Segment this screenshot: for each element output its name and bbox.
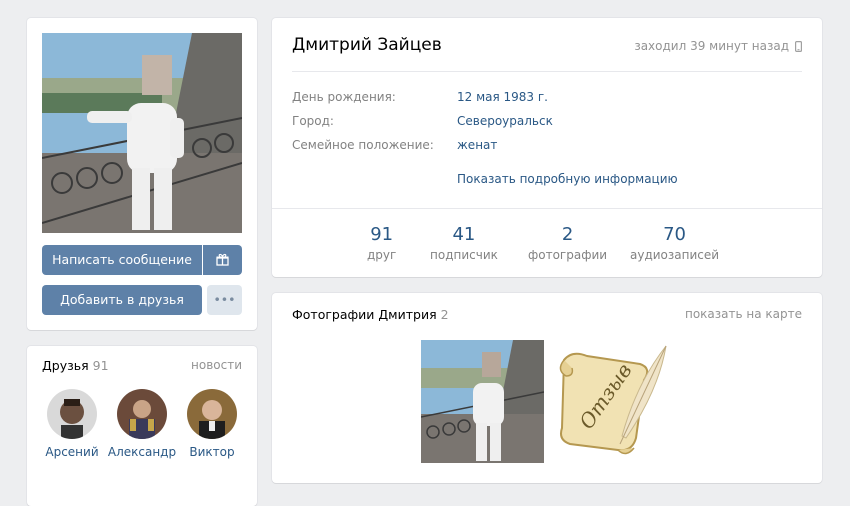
counter-audio[interactable]: 70 аудиозаписей bbox=[630, 224, 719, 262]
friend-avatar bbox=[47, 389, 97, 439]
counter-followers[interactable]: 41 подписчик bbox=[430, 224, 498, 262]
friends-header[interactable]: Друзья 91 bbox=[42, 358, 109, 373]
show-on-map-link[interactable]: показать на карте bbox=[685, 307, 802, 321]
gift-icon bbox=[216, 252, 229, 267]
send-message-button[interactable]: Написать сообщение bbox=[42, 245, 202, 275]
mobile-icon bbox=[789, 39, 803, 53]
info-value[interactable]: 12 мая 1983 г. bbox=[457, 90, 548, 104]
counter-friends[interactable]: 91 друг bbox=[367, 224, 396, 262]
profile-name: Дмитрий Зайцев bbox=[292, 35, 442, 55]
last-seen-status: заходил 39 минут назад bbox=[634, 39, 803, 53]
friends-title: Друзья bbox=[42, 358, 89, 373]
photo-thumbnail[interactable] bbox=[421, 340, 544, 463]
counter-number: 41 bbox=[452, 224, 476, 245]
counter-label: подписчик bbox=[430, 248, 498, 262]
friend-item[interactable]: Виктор bbox=[177, 389, 247, 459]
info-label: День рождения: bbox=[292, 90, 396, 104]
profile-info-card: Дмитрий Зайцев заходил 39 минут назад Де… bbox=[272, 18, 822, 277]
friends-count: 91 bbox=[92, 358, 109, 373]
last-seen-text: заходил 39 минут назад bbox=[634, 39, 789, 53]
photos-count: 2 bbox=[440, 307, 449, 322]
counter-label: друг bbox=[367, 248, 397, 262]
counter-label: фотографии bbox=[528, 248, 608, 262]
info-label: Город: bbox=[292, 114, 334, 128]
info-value[interactable]: женат bbox=[457, 138, 497, 152]
divider bbox=[292, 71, 802, 72]
review-scroll-image[interactable]: Отзыв bbox=[552, 340, 675, 463]
counter-number: 2 bbox=[561, 224, 574, 245]
info-value[interactable]: Североуральск bbox=[457, 114, 553, 128]
friend-name: Виктор bbox=[189, 445, 235, 459]
friend-name: Арсений bbox=[45, 445, 99, 459]
counter-photos[interactable]: 2 фотографии bbox=[528, 224, 607, 262]
photos-title: Фотографии Дмитрия bbox=[292, 307, 437, 322]
show-more-info-link[interactable]: Показать подробную информацию bbox=[457, 172, 678, 186]
friend-avatar bbox=[117, 389, 167, 439]
counter-label: аудиозаписей bbox=[630, 248, 720, 262]
friends-card: Друзья 91 новости Арсений Александр Викто… bbox=[27, 346, 257, 506]
counter-number: 70 bbox=[663, 224, 686, 245]
photos-header[interactable]: Фотографии Дмитрия 2 bbox=[292, 307, 449, 322]
profile-avatar[interactable] bbox=[42, 33, 242, 233]
friend-name: Александр bbox=[107, 445, 177, 459]
divider bbox=[272, 208, 822, 209]
friend-item[interactable]: Арсений bbox=[37, 389, 107, 459]
friend-avatar bbox=[187, 389, 237, 439]
add-friend-button[interactable]: Добавить в друзья bbox=[42, 285, 202, 315]
info-label: Семейное положение: bbox=[292, 138, 434, 152]
profile-photo-card: Написать сообщение Добавить в друзья ••• bbox=[27, 18, 257, 330]
more-actions-button[interactable]: ••• bbox=[207, 285, 242, 315]
counter-number: 91 bbox=[370, 224, 394, 245]
friends-news-link[interactable]: новости bbox=[191, 358, 242, 372]
gift-button[interactable] bbox=[203, 245, 242, 275]
photos-card: Фотографии Дмитрия 2 показать на карте О… bbox=[272, 293, 822, 483]
friend-item[interactable]: Александр bbox=[107, 389, 177, 459]
